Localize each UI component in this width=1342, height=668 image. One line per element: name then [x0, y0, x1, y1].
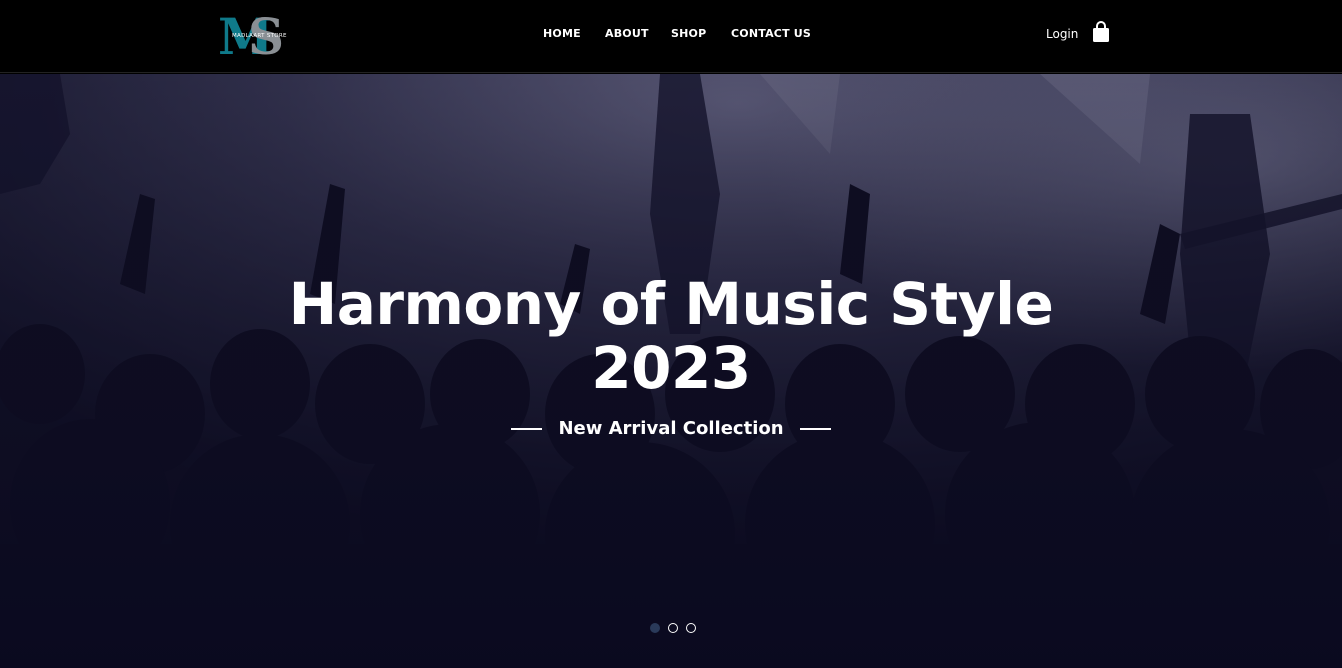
hero-subtitle-block: New Arrival Collection [0, 418, 1342, 439]
nav-home[interactable]: HOME [543, 27, 581, 40]
nav-shop[interactable]: SHOP [671, 27, 706, 40]
hero-title: Harmony of Music Style 2023 [0, 272, 1342, 400]
hero-subtitle: New Arrival Collection [558, 418, 784, 439]
subtitle-divider-right [799, 427, 831, 430]
slide-dot-2[interactable] [668, 623, 678, 633]
slide-dot-3[interactable] [686, 623, 696, 633]
store-logo[interactable]: M S MADLAART STORE [218, 12, 290, 56]
hero-title-line-2: 2023 [591, 334, 751, 402]
nav-about[interactable]: ABOUT [605, 27, 649, 40]
nav-contact-us[interactable]: CONTACT US [731, 27, 811, 40]
login-link[interactable]: Login [1046, 27, 1078, 41]
hero-title-line-1: Harmony of Music Style [288, 270, 1054, 338]
slide-dot-1[interactable] [650, 623, 660, 633]
subtitle-divider-left [511, 427, 543, 430]
slider-pagination [650, 623, 696, 633]
shopping-bag-icon[interactable] [1092, 21, 1110, 43]
site-header: M S MADLAART STORE HOME ABOUT SHOP CONTA… [0, 0, 1342, 73]
svg-text:MADLAART STORE: MADLAART STORE [232, 33, 287, 39]
hero-slider: Harmony of Music Style 2023 New Arrival … [0, 74, 1342, 668]
